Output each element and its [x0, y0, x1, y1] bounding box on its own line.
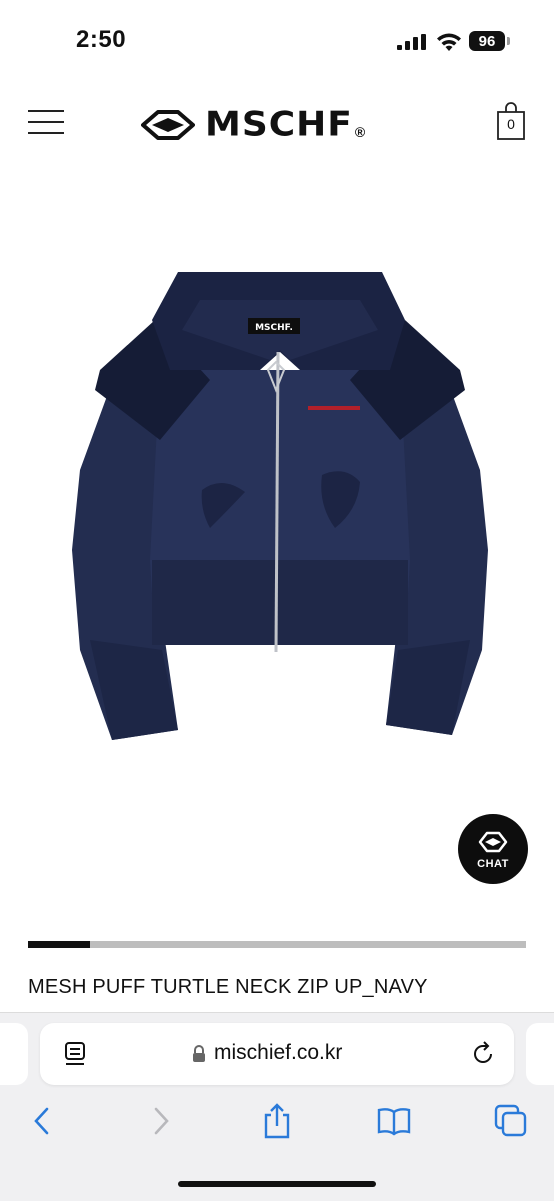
- menu-icon-line: [28, 110, 64, 112]
- share-button[interactable]: [257, 1101, 297, 1141]
- forward-button[interactable]: [141, 1101, 181, 1141]
- forward-icon: [154, 1107, 169, 1135]
- product-image[interactable]: MSCHF.: [60, 260, 500, 750]
- reader-icon[interactable]: [64, 1041, 88, 1067]
- status-bar: 2:50 96: [0, 0, 554, 80]
- brand-name: MSCHF: [205, 105, 353, 144]
- cart-button[interactable]: 0: [497, 102, 525, 140]
- brand-mark-icon: [141, 109, 195, 140]
- signal-icon: [397, 34, 426, 50]
- cart-count: 0: [507, 116, 515, 132]
- chat-button[interactable]: CHAT: [458, 814, 528, 884]
- address-bar[interactable]: mischief.co.kr: [40, 1023, 514, 1085]
- lock-icon: [193, 1045, 205, 1062]
- gallery-progress-fill: [28, 941, 91, 948]
- battery-indicator: 96: [469, 31, 505, 51]
- back-icon: [34, 1107, 49, 1135]
- previous-tab-peek[interactable]: [0, 1023, 28, 1085]
- next-tab-peek[interactable]: [526, 1023, 554, 1085]
- bookmarks-button[interactable]: [374, 1101, 414, 1141]
- tabs-icon: [494, 1104, 527, 1137]
- chat-logo-icon: [478, 831, 508, 853]
- browser-bar: mischief.co.kr: [0, 1012, 554, 1201]
- brand-logo[interactable]: MSCHF ®: [141, 104, 365, 145]
- gallery-progress: [28, 941, 526, 948]
- chat-label: CHAT: [477, 858, 509, 870]
- menu-icon-line: [28, 121, 64, 123]
- wifi-icon: [437, 33, 461, 51]
- brand-registered-mark: ®: [354, 123, 366, 140]
- status-time: 2:50: [76, 26, 127, 53]
- share-icon: [264, 1103, 290, 1139]
- menu-icon-line: [28, 132, 64, 134]
- battery-nub: [507, 37, 510, 45]
- bookmarks-icon: [377, 1108, 411, 1136]
- site-header: MSCHF ® 0: [0, 88, 554, 158]
- url-text: mischief.co.kr: [214, 1041, 343, 1064]
- svg-text:MSCHF.: MSCHF.: [255, 323, 293, 333]
- product-title: MESH PUFF TURTLE NECK ZIP UP_NAVY: [28, 976, 428, 998]
- reload-icon[interactable]: [470, 1041, 496, 1067]
- tabs-button[interactable]: [491, 1101, 531, 1141]
- back-button[interactable]: [22, 1101, 62, 1141]
- home-indicator: [178, 1181, 376, 1187]
- menu-button[interactable]: [28, 110, 64, 136]
